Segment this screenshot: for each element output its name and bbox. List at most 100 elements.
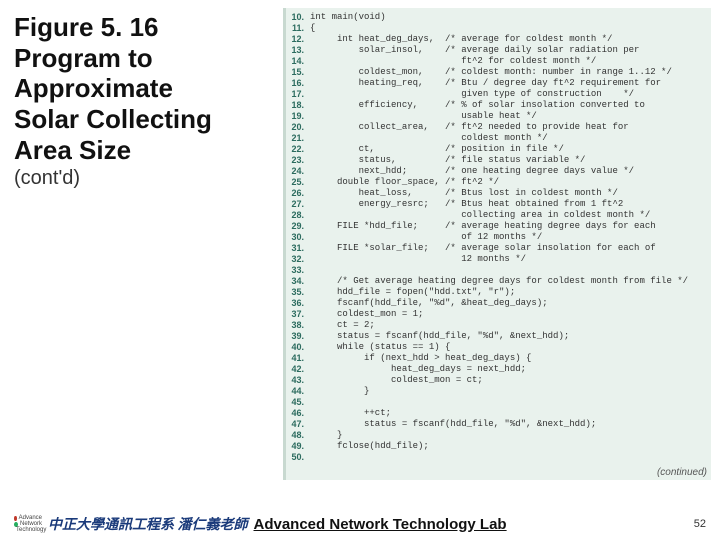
line-number: 27. (286, 199, 310, 210)
code-line: 26. heat_loss, /* Btus lost in coldest m… (286, 188, 711, 199)
code-panel: 10.int main(void)11.{12. int heat_deg_da… (283, 8, 711, 480)
line-number: 21. (286, 133, 310, 144)
line-number: 22. (286, 144, 310, 155)
code-line: 16. heating_req, /* Btu / degree day ft^… (286, 78, 711, 89)
line-number: 37. (286, 309, 310, 320)
code-line: 30. of 12 months */ (286, 232, 711, 243)
code-text: { (310, 23, 711, 34)
code-line: 14. ft^2 for coldest month */ (286, 56, 711, 67)
code-line: 34. /* Get average heating degree days f… (286, 276, 711, 287)
code-line: 29. FILE *hdd_file; /* average heating d… (286, 221, 711, 232)
code-line: 25. double floor_space, /* ft^2 */ (286, 177, 711, 188)
code-line: 32. 12 months */ (286, 254, 711, 265)
line-number: 44. (286, 386, 310, 397)
code-text: energy_resrc; /* Btus heat obtained from… (310, 199, 711, 210)
code-line: 12. int heat_deg_days, /* average for co… (286, 34, 711, 45)
code-text: coldest month */ (310, 133, 711, 144)
code-line: 35. hdd_file = fopen("hdd.txt", "r"); (286, 287, 711, 298)
line-number: 11. (286, 23, 310, 34)
line-number: 12. (286, 34, 310, 45)
code-text: ++ct; (310, 408, 711, 419)
line-number: 10. (286, 12, 310, 23)
code-line: 13. solar_insol, /* average daily solar … (286, 45, 711, 56)
code-text: hdd_file = fopen("hdd.txt", "r"); (310, 287, 711, 298)
code-line: 33. (286, 265, 711, 276)
code-text: while (status == 1) { (310, 342, 711, 353)
line-number: 17. (286, 89, 310, 100)
line-number: 19. (286, 111, 310, 122)
line-number: 45. (286, 397, 310, 408)
line-number: 42. (286, 364, 310, 375)
code-text: of 12 months */ (310, 232, 711, 243)
code-text: status = fscanf(hdd_file, "%d", &next_hd… (310, 331, 711, 342)
code-text (310, 452, 711, 463)
slide: Figure 5. 16 Program to Approximate Sola… (0, 0, 720, 540)
code-text: ft^2 for coldest month */ (310, 56, 711, 67)
line-number: 48. (286, 430, 310, 441)
code-line: 10.int main(void) (286, 12, 711, 23)
code-line: 31. FILE *solar_file; /* average solar i… (286, 243, 711, 254)
line-number: 24. (286, 166, 310, 177)
code-text: status = fscanf(hdd_file, "%d", &next_hd… (310, 419, 711, 430)
line-number: 50. (286, 452, 310, 463)
code-text: fscanf(hdd_file, "%d", &heat_deg_days); (310, 298, 711, 309)
line-number: 46. (286, 408, 310, 419)
logo-text-3: Technology (16, 527, 46, 533)
code-listing: 10.int main(void)11.{12. int heat_deg_da… (286, 12, 711, 463)
code-text: if (next_hdd > heat_deg_days) { (310, 353, 711, 364)
code-line: 40. while (status == 1) { (286, 342, 711, 353)
code-line: 11.{ (286, 23, 711, 34)
code-line: 47. status = fscanf(hdd_file, "%d", &nex… (286, 419, 711, 430)
code-line: 45. (286, 397, 711, 408)
code-text: /* Get average heating degree days for c… (310, 276, 711, 287)
line-number: 16. (286, 78, 310, 89)
code-line: 49. fclose(hdd_file); (286, 441, 711, 452)
code-text: ct = 2; (310, 320, 711, 331)
code-line: 21. coldest month */ (286, 133, 711, 144)
code-text: heating_req, /* Btu / degree day ft^2 re… (310, 78, 711, 89)
code-line: 23. status, /* file status variable */ (286, 155, 711, 166)
code-line: 50. (286, 452, 711, 463)
code-text: coldest_mon, /* coldest month: number in… (310, 67, 711, 78)
code-line: 17. given type of construction */ (286, 89, 711, 100)
line-number: 49. (286, 441, 310, 452)
line-number: 36. (286, 298, 310, 309)
code-line: 38. ct = 2; (286, 320, 711, 331)
footer-chinese: 中正大學通訊工程系 潘仁義老師 (48, 514, 248, 534)
line-number: 35. (286, 287, 310, 298)
code-text: FILE *hdd_file; /* average heating degre… (310, 221, 711, 232)
code-text: collecting area in coldest month */ (310, 210, 711, 221)
code-text: solar_insol, /* average daily solar radi… (310, 45, 711, 56)
code-text: next_hdd; /* one heating degree days val… (310, 166, 711, 177)
code-line: 46. ++ct; (286, 408, 711, 419)
code-line: 44. } (286, 386, 711, 397)
continued-label: (continued) (657, 467, 707, 478)
code-text: heat_deg_days = next_hdd; (310, 364, 711, 375)
code-text (310, 397, 711, 408)
line-number: 28. (286, 210, 310, 221)
code-line: 48. } (286, 430, 711, 441)
line-number: 30. (286, 232, 310, 243)
line-number: 41. (286, 353, 310, 364)
code-text: fclose(hdd_file); (310, 441, 711, 452)
code-line: 28. collecting area in coldest month */ (286, 210, 711, 221)
code-text: collect_area, /* ft^2 needed to provide … (310, 122, 711, 133)
line-number: 39. (286, 331, 310, 342)
line-number: 31. (286, 243, 310, 254)
line-number: 40. (286, 342, 310, 353)
code-text: usable heat */ (310, 111, 711, 122)
page-number: 52 (694, 518, 706, 530)
code-line: 37. coldest_mon = 1; (286, 309, 711, 320)
line-number: 43. (286, 375, 310, 386)
code-line: 27. energy_resrc; /* Btus heat obtained … (286, 199, 711, 210)
line-number: 33. (286, 265, 310, 276)
code-text: efficiency, /* % of solar insolation con… (310, 100, 711, 111)
code-line: 36. fscanf(hdd_file, "%d", &heat_deg_day… (286, 298, 711, 309)
code-text: } (310, 430, 711, 441)
line-number: 18. (286, 100, 310, 111)
code-line: 15. coldest_mon, /* coldest month: numbe… (286, 67, 711, 78)
code-text: coldest_mon = 1; (310, 309, 711, 320)
code-line: 43. coldest_mon = ct; (286, 375, 711, 386)
code-text: FILE *solar_file; /* average solar insol… (310, 243, 711, 254)
line-number: 38. (286, 320, 310, 331)
